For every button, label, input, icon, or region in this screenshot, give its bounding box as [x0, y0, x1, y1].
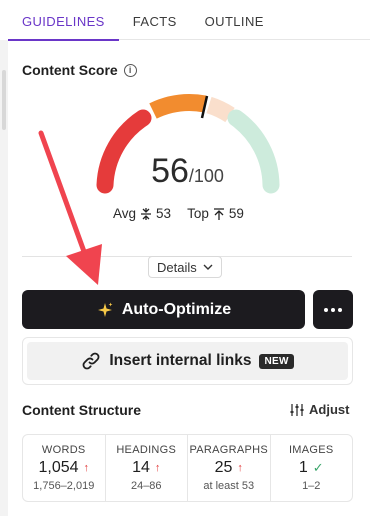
- structure-cell-headings: HEADINGS 14 ↑ 24–86: [106, 435, 188, 501]
- adjust-button[interactable]: Adjust: [290, 402, 349, 417]
- insert-links-container: Insert internal links NEW: [22, 337, 353, 385]
- details-dropdown[interactable]: Details: [148, 256, 222, 278]
- cell-value: 1: [298, 459, 308, 476]
- tab-bar: GUIDELINES FACTS OUTLINE: [8, 0, 370, 41]
- cell-range: 24–86: [130, 480, 162, 492]
- avg-label: Avg: [113, 206, 137, 221]
- auto-optimize-label: Auto-Optimize: [121, 300, 232, 318]
- more-icon-dot: [324, 307, 328, 312]
- structure-cell-images: IMAGES 1 ✓ 1–2: [271, 435, 353, 501]
- content-structure-title: Content Structure: [22, 402, 141, 418]
- insert-links-label: Insert internal links: [109, 352, 252, 369]
- cell-value: 14: [132, 459, 150, 476]
- sparkle-icon: [97, 302, 113, 317]
- tab-facts[interactable]: FACTS: [119, 0, 191, 40]
- score-stats: Avg 53 Top 59: [113, 206, 244, 221]
- score-display: 56/100: [0, 152, 370, 191]
- top-icon: [213, 207, 224, 220]
- score-max: /100: [188, 166, 224, 186]
- content-score-heading: Content Score i: [22, 62, 137, 78]
- adjust-label: Adjust: [309, 402, 350, 417]
- details-label: Details: [157, 259, 197, 275]
- cell-label: WORDS: [41, 444, 86, 456]
- scrollbar-thumb[interactable]: [2, 70, 6, 130]
- top-label: Top: [187, 206, 209, 221]
- avg-icon: [141, 207, 152, 220]
- check-icon: ✓: [312, 460, 324, 475]
- cell-label: IMAGES: [288, 444, 334, 456]
- top-stat: Top 59: [187, 206, 244, 221]
- cell-value: 1,054: [38, 459, 79, 476]
- gauge-segment-orange: [149, 94, 207, 119]
- cell-range: at least 53: [203, 480, 255, 492]
- tab-guidelines[interactable]: GUIDELINES: [8, 0, 119, 41]
- cell-value: 25: [214, 459, 233, 476]
- info-icon[interactable]: i: [123, 63, 137, 77]
- cell-range: 1–2: [302, 480, 321, 492]
- auto-optimize-button[interactable]: Auto-Optimize: [22, 290, 305, 329]
- top-value: 59: [228, 206, 244, 221]
- sliders-icon: [290, 403, 304, 416]
- cell-label: PARAGRAPHS: [189, 444, 269, 456]
- more-icon-dot: [338, 307, 342, 312]
- tab-outline[interactable]: OUTLINE: [191, 0, 278, 40]
- link-icon: [82, 352, 100, 370]
- gauge-segment-peach: [206, 96, 235, 123]
- arrow-up-icon: ↑: [237, 462, 243, 474]
- avg-value: 53: [156, 206, 172, 221]
- new-badge: NEW: [259, 353, 294, 369]
- content-score-title: Content Score: [22, 62, 118, 78]
- structure-cell-words: WORDS 1,054 ↑ 1,756–2,019: [23, 435, 106, 501]
- cell-range: 1,756–2,019: [33, 480, 95, 492]
- structure-cell-paragraphs: PARAGRAPHS 25 ↑ at least 53: [188, 435, 271, 501]
- structure-grid: WORDS 1,054 ↑ 1,756–2,019 HEADINGS 14 ↑ 24…: [22, 434, 353, 502]
- score-value: 56: [151, 152, 189, 190]
- arrow-up-icon: ↑: [154, 462, 161, 474]
- left-scroll-rail: [0, 40, 8, 516]
- more-options-button[interactable]: [313, 290, 353, 329]
- cell-label: HEADINGS: [116, 444, 177, 456]
- arrow-up-icon: ↑: [83, 462, 90, 474]
- avg-stat: Avg 53: [113, 206, 171, 221]
- insert-internal-links-button[interactable]: Insert internal links NEW: [27, 342, 348, 380]
- chevron-down-icon: [203, 264, 213, 270]
- more-icon-dot: [331, 307, 335, 312]
